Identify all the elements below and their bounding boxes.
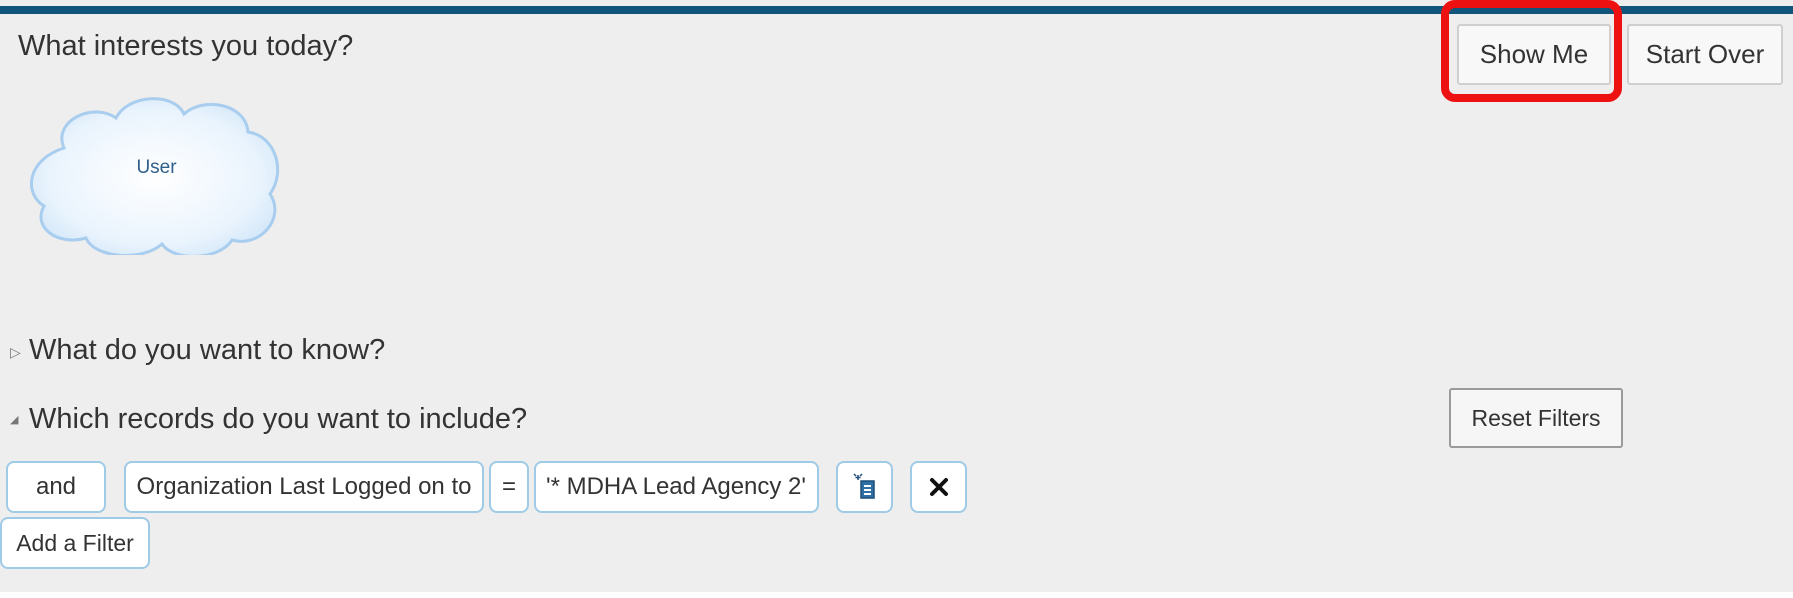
records-collapse-icon[interactable]: ◢ [10, 413, 18, 426]
section-title-records[interactable]: Which records do you want to include? [29, 403, 527, 436]
know-expand-icon[interactable]: ▷ [10, 344, 21, 361]
section-title-know[interactable]: What do you want to know? [29, 334, 385, 367]
remove-filter-button[interactable] [910, 461, 967, 513]
close-icon [929, 478, 948, 496]
copy-filter-button[interactable] [836, 461, 893, 513]
start-over-button[interactable]: Start Over [1627, 24, 1783, 85]
filter-value[interactable]: '* MDHA Lead Agency 2' [534, 461, 819, 513]
filter-field[interactable]: Organization Last Logged on to [124, 461, 484, 513]
show-me-button[interactable]: Show Me [1457, 24, 1611, 85]
filter-conjunction[interactable]: and [6, 461, 106, 513]
reset-filters-button[interactable]: Reset Filters [1449, 388, 1623, 448]
interest-cloud-user[interactable]: User [24, 90, 289, 258]
top-accent-bar [0, 6, 1793, 14]
filter-operator[interactable]: = [489, 461, 529, 513]
interest-label-user: User [136, 156, 177, 178]
add-filter-button[interactable]: Add a Filter [0, 517, 150, 569]
page-title: What interests you today? [18, 30, 354, 62]
bottom-edge [0, 592, 1793, 598]
copy-filter-icon [852, 473, 875, 499]
